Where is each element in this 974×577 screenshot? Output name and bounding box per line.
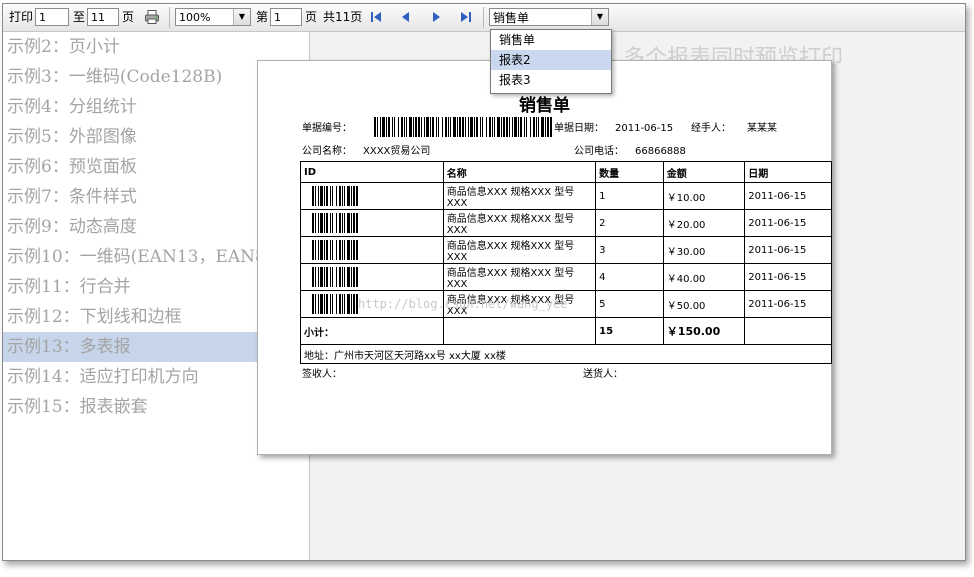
doc-no-label: 单据编号： bbox=[302, 123, 352, 134]
table-header-row: ID 名称 数量 金额 日期 bbox=[300, 161, 832, 183]
company-label: 公司名称： bbox=[302, 146, 352, 157]
chevron-down-icon[interactable]: ▼ bbox=[233, 9, 250, 25]
subtotal-label: 小计： bbox=[300, 317, 444, 345]
sales-table: ID 名称 数量 金额 日期 商品信息XXX 规格XXX 型号XXX 1 ￥10… bbox=[300, 161, 832, 364]
previous-page-icon[interactable] bbox=[398, 9, 414, 25]
table-row: 商品信息XXX 规格XXX 型号XXX 1 ￥10.00 2011-06-15 bbox=[300, 182, 832, 210]
column-header: 名称 bbox=[442, 161, 597, 183]
report-page: 销售单 单据编号： 单据日期： 2011-06-15 经手人： 某某某 公司名称… bbox=[257, 60, 832, 455]
page-prefix-label: 第 bbox=[256, 10, 269, 24]
current-page-input[interactable]: 1 bbox=[270, 8, 302, 26]
printer-icon[interactable] bbox=[144, 9, 160, 25]
qty-cell: 4 bbox=[595, 263, 664, 291]
amount-cell: ￥50.00 bbox=[662, 290, 746, 318]
chevron-down-icon[interactable]: ▼ bbox=[591, 9, 608, 25]
dropdown-option-highlighted[interactable]: 报表2 bbox=[491, 50, 611, 70]
toolbar-separator bbox=[483, 7, 484, 28]
toolbar-separator bbox=[169, 7, 170, 28]
page-suffix-label: 页 bbox=[305, 10, 318, 24]
amount-cell: ￥10.00 bbox=[662, 182, 746, 210]
report-select[interactable]: 销售单 ▼ bbox=[489, 8, 609, 26]
name-cell: 商品信息XXX 规格XXX 型号XXX bbox=[442, 209, 597, 237]
toolbar: 打印 1 至 11 页 100% ▼ 第 1 页 共11页 销售单 ▼ bbox=[3, 4, 965, 32]
to-label: 至 bbox=[73, 10, 86, 24]
subtotal-empty-cell bbox=[744, 317, 832, 345]
sender-label: 送货人： bbox=[583, 369, 623, 380]
id-barcode-cell bbox=[300, 236, 444, 264]
column-header: 数量 bbox=[595, 161, 664, 183]
address-cell: 地址：广州市天河区天河路xx号 xx大厦 xx楼 bbox=[300, 344, 832, 364]
subtotal-amount: ￥150.00 bbox=[662, 317, 746, 345]
qty-cell: 2 bbox=[595, 209, 664, 237]
report-viewer-window: 打印 1 至 11 页 100% ▼ 第 1 页 共11页 销售单 ▼ 示例2：… bbox=[2, 3, 966, 561]
handler-name: 某某某 bbox=[747, 123, 777, 134]
report-title: 销售单 bbox=[519, 96, 570, 116]
qty-cell: 3 bbox=[595, 236, 664, 264]
column-header: 金额 bbox=[662, 161, 746, 183]
id-barcode-cell bbox=[300, 182, 444, 210]
report-dropdown-list[interactable]: 销售单 报表2 报表3 bbox=[490, 29, 612, 94]
address-row: 地址：广州市天河区天河路xx号 xx大厦 xx楼 bbox=[300, 344, 832, 364]
date-cell: 2011-06-15 bbox=[744, 290, 832, 318]
column-header: 日期 bbox=[744, 161, 832, 183]
print-from-input[interactable]: 1 bbox=[35, 8, 69, 26]
date-cell: 2011-06-15 bbox=[744, 182, 832, 210]
phone-label: 公司电话： bbox=[574, 146, 624, 157]
date-cell: 2011-06-15 bbox=[744, 209, 832, 237]
table-row: 商品信息XXX 规格XXX 型号XXX 2 ￥20.00 2011-06-15 bbox=[300, 209, 832, 237]
table-row: 商品信息XXX 规格XXX 型号XXX 4 ￥40.00 2011-06-15 bbox=[300, 263, 832, 291]
id-barcode-cell bbox=[300, 263, 444, 291]
doc-date-label: 单据日期： bbox=[554, 123, 604, 134]
barcode-image bbox=[312, 294, 358, 314]
print-to-input[interactable]: 11 bbox=[87, 8, 119, 26]
name-cell: 商品信息XXX 规格XXX 型号XXX bbox=[442, 236, 597, 264]
handler-label: 经手人： bbox=[691, 123, 731, 134]
amount-cell: ￥30.00 bbox=[662, 236, 746, 264]
column-header: ID bbox=[300, 161, 444, 183]
barcode-image bbox=[312, 213, 358, 233]
dropdown-option[interactable]: 销售单 bbox=[491, 30, 611, 50]
qty-cell: 1 bbox=[595, 182, 664, 210]
last-page-icon[interactable] bbox=[458, 9, 474, 25]
zoom-value: 100% bbox=[179, 11, 211, 24]
amount-cell: ￥20.00 bbox=[662, 209, 746, 237]
print-label: 打印 bbox=[9, 10, 34, 24]
date-cell: 2011-06-15 bbox=[744, 236, 832, 264]
company-name: XXXX贸易公司 bbox=[363, 146, 431, 157]
id-barcode-cell bbox=[300, 209, 444, 237]
receiver-label: 签收人： bbox=[302, 369, 342, 380]
dropdown-option[interactable]: 报表3 bbox=[491, 70, 611, 90]
subtotal-qty: 15 bbox=[595, 317, 664, 345]
page-unit-label: 页 bbox=[122, 10, 135, 24]
subtotal-empty-cell bbox=[442, 317, 597, 345]
doc-date: 2011-06-15 bbox=[615, 123, 674, 134]
report-select-value: 销售单 bbox=[493, 11, 530, 25]
barcode-image bbox=[312, 267, 358, 287]
barcode-image bbox=[312, 240, 358, 260]
list-item[interactable]: 示例2：页小计 bbox=[3, 32, 309, 62]
phone-number: 66866888 bbox=[635, 146, 686, 157]
subtotal-row: 小计： 15 ￥150.00 bbox=[300, 317, 832, 345]
barcode-image bbox=[312, 186, 358, 206]
next-page-icon[interactable] bbox=[428, 9, 444, 25]
doc-no-barcode bbox=[374, 117, 552, 137]
first-page-icon[interactable] bbox=[368, 9, 384, 25]
total-pages-label: 共11页 bbox=[323, 10, 363, 24]
zoom-select[interactable]: 100% ▼ bbox=[175, 8, 251, 26]
table-row: 商品信息XXX 规格XXX 型号XXX 3 ￥30.00 2011-06-15 bbox=[300, 236, 832, 264]
amount-cell: ￥40.00 bbox=[662, 263, 746, 291]
date-cell: 2011-06-15 bbox=[744, 263, 832, 291]
watermark: http://blog.csdn.net/wang_yee bbox=[358, 297, 568, 311]
qty-cell: 5 bbox=[595, 290, 664, 318]
name-cell: 商品信息XXX 规格XXX 型号XXX bbox=[442, 182, 597, 210]
name-cell: 商品信息XXX 规格XXX 型号XXX bbox=[442, 263, 597, 291]
